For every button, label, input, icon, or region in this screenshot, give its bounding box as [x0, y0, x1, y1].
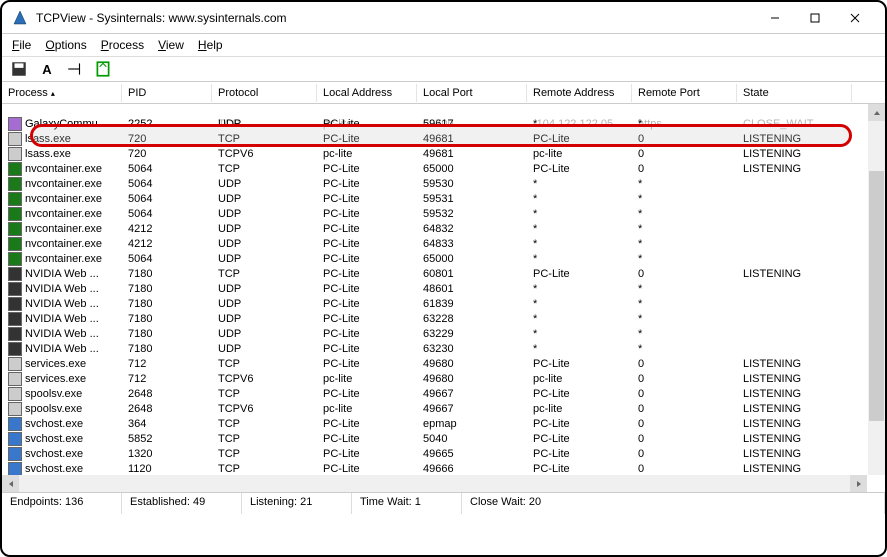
process-icon — [8, 267, 22, 281]
process-list: Process ▴ PID Protocol Local Address Loc… — [2, 82, 885, 492]
table-row[interactable]: svchost.exe1120TCPPC-Lite49666PC-Lite0LI… — [2, 461, 885, 476]
process-icon — [8, 237, 22, 251]
process-icon — [8, 462, 22, 476]
table-row[interactable]: nvcontainer.exe4212UDPPC-Lite64832** — [2, 221, 885, 236]
table-row[interactable]: nvcontainer.exe5064UDPPC-Lite59532** — [2, 206, 885, 221]
table-row[interactable]: services.exe712TCPV6pc-lite49680pc-lite0… — [2, 371, 885, 386]
col-pid[interactable]: PID — [122, 84, 212, 102]
status-established: Established: 49 — [122, 493, 242, 514]
process-icon — [8, 252, 22, 266]
process-icon — [8, 162, 22, 176]
status-timewait: Time Wait: 1 — [352, 493, 462, 514]
process-icon — [8, 192, 22, 206]
process-icon — [8, 207, 22, 221]
text-a-icon[interactable]: A — [38, 60, 56, 78]
process-icon — [8, 147, 22, 161]
menu-file[interactable]: File — [12, 38, 31, 52]
arrow-icon[interactable] — [66, 60, 84, 78]
close-button[interactable] — [835, 4, 875, 32]
process-icon — [8, 297, 22, 311]
menu-help[interactable]: Help — [198, 38, 223, 52]
table-row[interactable]: lsass.exe720TCPPC-Lite49681PC-Lite0LISTE… — [2, 131, 885, 146]
table-row[interactable]: spoolsv.exe2648TCPPC-Lite49667PC-Lite0LI… — [2, 386, 885, 401]
table-row[interactable]: spoolsv.exe2648TCPV6pc-lite49667pc-lite0… — [2, 401, 885, 416]
save-icon[interactable] — [10, 60, 28, 78]
menu-process[interactable]: Process — [101, 38, 144, 52]
titlebar: TCPView - Sysinternals: www.sysinternals… — [2, 2, 885, 34]
process-icon — [8, 312, 22, 326]
process-icon — [8, 117, 22, 131]
process-icon — [8, 342, 22, 356]
process-icon — [8, 417, 22, 431]
maximize-button[interactable] — [795, 4, 835, 32]
col-process[interactable]: Process ▴ — [2, 84, 122, 102]
table-row[interactable]: NVIDIA Web ...7180TCPPC-Lite60801PC-Lite… — [2, 266, 885, 281]
table-row[interactable]: NVIDIA Web ...7180UDPPC-Lite61839** — [2, 296, 885, 311]
process-icon — [8, 402, 22, 416]
table-row[interactable]: lsass.exe720TCPV6pc-lite49681pc-lite0LIS… — [2, 146, 885, 161]
process-icon — [8, 177, 22, 191]
table-row[interactable]: nvcontainer.exe5064TCPPC-Lite65000PC-Lit… — [2, 161, 885, 176]
process-icon — [8, 447, 22, 461]
table-row[interactable]: nvcontainer.exe5064UDPPC-Lite65000** — [2, 251, 885, 266]
process-icon — [8, 222, 22, 236]
table-row[interactable]: nvcontainer.exe5064UDPPC-Lite59531** — [2, 191, 885, 206]
toolbar: A — [2, 56, 885, 82]
app-icon — [12, 10, 28, 26]
table-row[interactable]: NVIDIA Web ...7180UDPPC-Lite63228** — [2, 311, 885, 326]
col-remote-address[interactable]: Remote Address — [527, 84, 632, 102]
col-protocol[interactable]: Protocol — [212, 84, 317, 102]
scroll-thumb[interactable] — [869, 171, 884, 421]
process-icon — [8, 387, 22, 401]
column-headers: Process ▴ PID Protocol Local Address Loc… — [2, 82, 885, 104]
process-icon — [8, 327, 22, 341]
process-icon — [8, 357, 22, 371]
process-icon — [8, 282, 22, 296]
process-icon — [8, 132, 22, 146]
statusbar: Endpoints: 136 Established: 49 Listening… — [2, 492, 885, 514]
table-row[interactable]: svchost.exe364TCPPC-LiteepmapPC-Lite0LIS… — [2, 416, 885, 431]
menu-view[interactable]: View — [158, 38, 184, 52]
vertical-scrollbar[interactable] — [868, 104, 885, 475]
status-listening: Listening: 21 — [242, 493, 352, 514]
scroll-up-icon[interactable] — [868, 104, 885, 121]
table-row[interactable]: NVIDIA Web ...7180UDPPC-Lite48601** — [2, 281, 885, 296]
table-row[interactable]: nvcontainer.exe4212UDPPC-Lite64833** — [2, 236, 885, 251]
table-row[interactable]: svchost.exe5852TCPPC-Lite5040PC-Lite0LIS… — [2, 431, 885, 446]
table-row[interactable]: GalaxyCommu.. 2252 TCP pc-lite 62700 -10… — [2, 116, 852, 131]
table-row[interactable]: svchost.exe1320TCPPC-Lite49665PC-Lite0LI… — [2, 446, 885, 461]
table-row[interactable]: nvcontainer.exe5064UDPPC-Lite59530** — [2, 176, 885, 191]
table-row[interactable]: NVIDIA Web ...7180UDPPC-Lite63230** — [2, 341, 885, 356]
scroll-right-icon[interactable] — [850, 475, 867, 492]
minimize-button[interactable] — [755, 4, 795, 32]
horizontal-scrollbar[interactable] — [2, 475, 867, 492]
process-icon — [8, 432, 22, 446]
status-closewait: Close Wait: 20 — [462, 493, 885, 514]
col-local-port[interactable]: Local Port — [417, 84, 527, 102]
col-local-address[interactable]: Local Address — [317, 84, 417, 102]
refresh-icon[interactable] — [94, 60, 112, 78]
scroll-left-icon[interactable] — [2, 475, 19, 492]
status-endpoints: Endpoints: 136 — [2, 493, 122, 514]
menu-options[interactable]: Options — [45, 38, 86, 52]
menubar: File Options Process View Help — [2, 34, 885, 56]
table-row[interactable]: NVIDIA Web ...7180UDPPC-Lite63229** — [2, 326, 885, 341]
table-row[interactable]: services.exe712TCPPC-Lite49680PC-Lite0LI… — [2, 356, 885, 371]
col-remote-port[interactable]: Remote Port — [632, 84, 737, 102]
process-icon — [8, 372, 22, 386]
col-state[interactable]: State — [737, 84, 852, 102]
window-title: TCPView - Sysinternals: www.sysinternals… — [36, 11, 755, 25]
